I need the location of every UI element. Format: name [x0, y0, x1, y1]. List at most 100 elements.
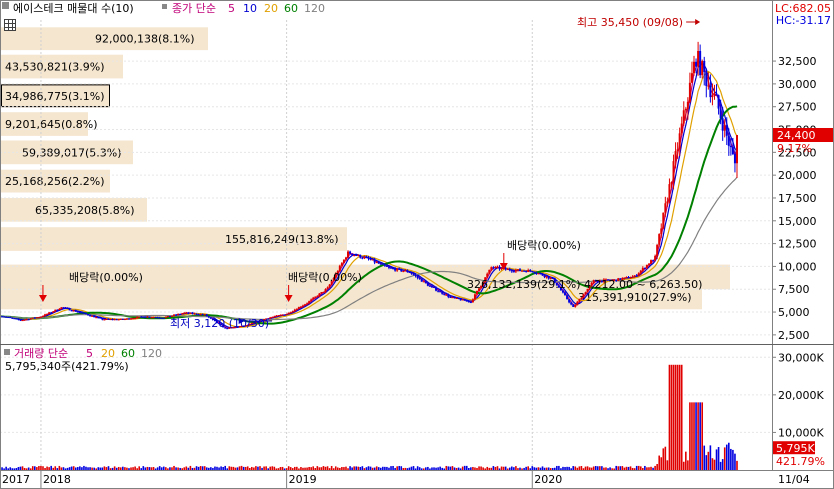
volume-bar: [388, 467, 390, 470]
candle-body: [736, 134, 738, 164]
volume-bar: [723, 447, 726, 470]
volume-bar: [11, 468, 14, 470]
candle-body: [639, 270, 642, 274]
volume-bar: [181, 468, 184, 470]
candle-body: [80, 312, 83, 314]
volume-bar: [699, 402, 701, 470]
volume-bar: [476, 467, 478, 470]
candle-body: [398, 268, 401, 270]
volume-bar: [517, 468, 519, 470]
volume-bar: [19, 466, 22, 470]
volume-bar: [717, 447, 720, 470]
volume-bar: [730, 448, 732, 470]
volume-bar: [144, 467, 147, 470]
volume-bar: [637, 465, 640, 470]
volume-bar: [666, 460, 669, 470]
volume-bar: [697, 402, 699, 470]
volume-bar: [463, 465, 466, 470]
candle-body: [70, 310, 73, 312]
volume-bar: [54, 466, 57, 470]
ma-legend-label[interactable]: 종가 단순: [172, 2, 216, 15]
volume-legend-label[interactable]: 거래량 단순: [14, 347, 68, 360]
volume-bar: [451, 466, 454, 470]
candle-body: [410, 272, 413, 274]
candle-body: [17, 318, 20, 320]
candle-body: [533, 271, 536, 273]
candle-body: [713, 93, 716, 96]
candle-body: [467, 301, 470, 303]
candle-body: [95, 317, 98, 319]
volume-bar: [285, 468, 288, 470]
chart-svg[interactable]: 92,000,138(8.1%) 43,530,821(3.9%) 34,986,7…: [0, 0, 834, 489]
volume-bar: [418, 467, 421, 470]
candle-body: [707, 85, 710, 87]
candle-body: [187, 312, 190, 314]
volume-bar: [283, 468, 286, 470]
volume-bar: [62, 467, 65, 470]
volume-bar: [472, 466, 474, 470]
candle-body: [496, 266, 499, 268]
candle-body: [355, 255, 358, 257]
volume-bar: [117, 466, 120, 470]
vol-ma120-period: 120: [141, 347, 162, 360]
volume-bar: [316, 466, 319, 470]
volume-bar: [363, 468, 366, 470]
volume-bar: [545, 467, 548, 470]
volume-bar: [654, 465, 656, 470]
candle-body: [695, 61, 698, 67]
volume-bar: [302, 467, 304, 470]
candle-body: [406, 270, 409, 273]
candle-body: [672, 161, 675, 183]
candle-body: [197, 314, 200, 316]
candle-body: [140, 316, 143, 318]
candle-body: [719, 108, 722, 119]
volume-bar: [639, 466, 642, 470]
volume-bar: [447, 466, 450, 470]
candle-body: [459, 298, 462, 301]
volume-bar: [60, 467, 63, 470]
volume-bar: [523, 467, 525, 470]
candle-body: [52, 311, 55, 313]
candle-body: [400, 268, 403, 272]
volume-bar: [76, 467, 79, 470]
volume-bar: [564, 467, 566, 470]
volume-bar: [115, 467, 118, 470]
volume-bar: [465, 465, 468, 470]
volume-bar: [474, 467, 476, 470]
volume-bar: [572, 466, 575, 470]
volume-bar: [74, 467, 77, 470]
candle-body: [367, 257, 370, 259]
candle-body: [408, 272, 411, 274]
indicator-title[interactable]: 에이스테크 매물대 수(10): [13, 2, 134, 15]
volume-bar: [480, 466, 482, 470]
candle-body: [193, 313, 196, 315]
candle-body: [9, 317, 12, 319]
volume-bar: [13, 468, 16, 470]
volume-bar: [101, 467, 104, 470]
volume-bar: [664, 446, 667, 470]
volume-bar: [400, 466, 403, 470]
candle-body: [418, 277, 421, 279]
candle-body: [535, 272, 538, 274]
volume-bar: [384, 466, 386, 470]
volume-bar: [379, 467, 382, 470]
volume-bar: [142, 466, 145, 470]
volume-bar: [527, 466, 529, 470]
candle-body: [492, 267, 495, 269]
volume-bar: [594, 466, 597, 470]
volume-bar: [193, 467, 196, 470]
candle-body: [709, 85, 712, 98]
volume-bar: [601, 466, 603, 470]
candle-body: [342, 259, 345, 264]
volume-bar: [38, 466, 40, 470]
volume-bar: [253, 467, 255, 470]
ma60-period: 60: [284, 2, 298, 15]
grid-toggle-icon[interactable]: [4, 19, 16, 31]
volume-bar: [607, 468, 609, 470]
candle-body: [647, 263, 650, 265]
candle-body: [447, 294, 450, 297]
volume-profile-label: 315,391,910(27.9%): [578, 291, 692, 304]
price-tick-label: 17,500: [778, 192, 817, 205]
candle-body: [142, 316, 145, 318]
volume-bar: [105, 467, 108, 470]
